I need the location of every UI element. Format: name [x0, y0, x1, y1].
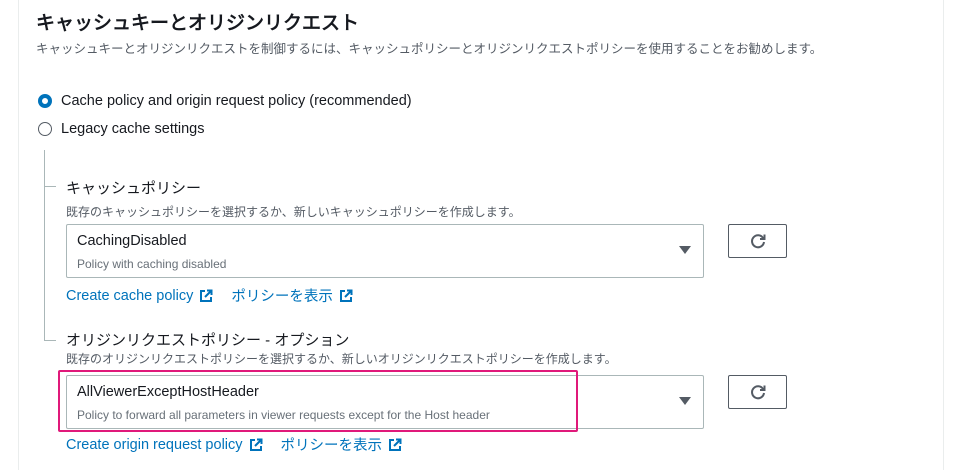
- radio-selected-icon[interactable]: [38, 94, 52, 108]
- external-link-icon: [389, 438, 402, 451]
- view-origin-request-policy-link[interactable]: ポリシーを表示: [281, 434, 403, 455]
- cache-policy-description: 既存のキャッシュポリシーを選択するか、新しいキャッシュポリシーを作成します。: [66, 205, 521, 219]
- caret-down-icon: [679, 397, 691, 405]
- origin-request-policy-description: 既存のオリジンリクエストポリシーを選択するか、新しいオリジンリクエストポリシーを…: [66, 352, 617, 366]
- select-value-description: Policy with caching disabled: [77, 257, 227, 271]
- origin-request-policy-select[interactable]: AllViewerExceptHostHeader Policy to forw…: [66, 375, 704, 429]
- radio-cache-policy-option[interactable]: Cache policy and origin request policy (…: [38, 93, 412, 109]
- section-title: キャッシュキーとオリジンリクエスト: [36, 13, 360, 34]
- origin-request-policy-label: オリジンリクエストポリシー - オプション: [66, 332, 350, 349]
- caret-down-icon: [679, 246, 691, 254]
- tree-branch: [44, 186, 56, 187]
- cache-policy-refresh-button[interactable]: [728, 224, 787, 258]
- link-label: ポリシーを表示: [280, 438, 383, 454]
- origin-request-policy-links: Create origin request policy ポリシーを表示: [66, 434, 402, 455]
- refresh-icon: [750, 234, 765, 249]
- external-link-icon: [249, 438, 263, 451]
- link-label: ポリシーを表示: [231, 289, 333, 305]
- section-description: キャッシュキーとオリジンリクエストを制御するには、キャッシュポリシーとオリジンリ…: [36, 42, 823, 56]
- external-link-icon: [339, 289, 353, 302]
- external-link-icon: [200, 289, 213, 302]
- select-value: CachingDisabled: [77, 233, 187, 249]
- select-value-description: Policy to forward all parameters in view…: [77, 408, 490, 422]
- view-cache-policy-link[interactable]: ポリシーを表示: [231, 285, 353, 306]
- cache-policy-select[interactable]: CachingDisabled Policy with caching disa…: [66, 224, 704, 278]
- create-origin-request-policy-link[interactable]: Create origin request policy: [66, 437, 263, 453]
- refresh-icon: [750, 385, 765, 400]
- link-label: Create origin request policy: [66, 436, 243, 453]
- radio-label: Legacy cache settings: [61, 121, 205, 137]
- radio-unselected-icon[interactable]: [38, 122, 52, 136]
- radio-label: Cache policy and origin request policy (…: [61, 93, 412, 109]
- create-cache-policy-link[interactable]: Create cache policy: [66, 288, 213, 304]
- radio-legacy-option[interactable]: Legacy cache settings: [38, 121, 204, 137]
- tree-branch: [44, 340, 56, 341]
- origin-request-policy-refresh-button[interactable]: [728, 375, 787, 409]
- select-value: AllViewerExceptHostHeader: [77, 384, 259, 400]
- cache-policy-links: Create cache policy ポリシーを表示: [66, 285, 353, 306]
- link-label: Create cache policy: [66, 287, 194, 304]
- tree-line: [44, 150, 45, 340]
- cache-policy-label: キャッシュポリシー: [66, 180, 202, 197]
